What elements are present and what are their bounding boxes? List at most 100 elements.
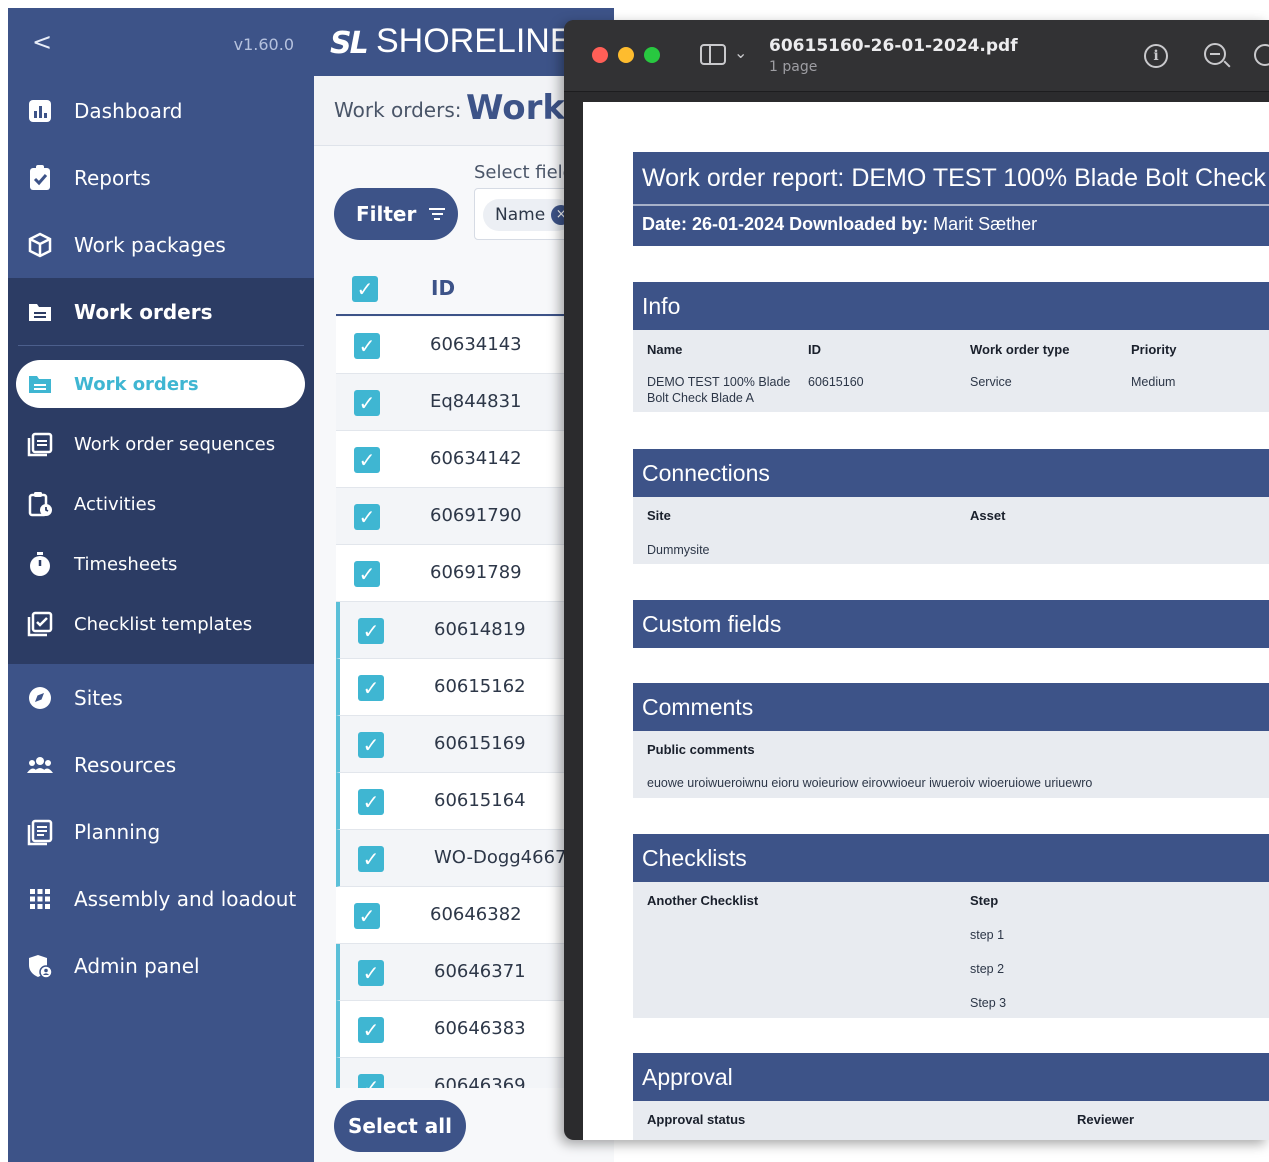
table-row[interactable]: ✓ 60646383 (336, 1001, 586, 1058)
viewer-titlebar: ⌄ 60615160-26-01-2024.pdf 1 page i (564, 20, 1269, 92)
section-custom-fields-band: Custom fields (633, 600, 1269, 648)
table-row[interactable]: ✓ WO-Dogg466744 (336, 830, 586, 887)
sidebar-item-resources[interactable]: Resources (8, 732, 314, 798)
table-row[interactable]: ✓ 60646369 (336, 1058, 586, 1088)
filter-button[interactable]: Filter (334, 188, 458, 240)
section-comments-band: Comments (633, 683, 1269, 731)
table-row[interactable]: ✓ 60615164 (336, 773, 586, 830)
row-id: 60615164 (434, 790, 526, 811)
minimize-window-button[interactable] (618, 47, 634, 63)
info-type-value: Service (970, 375, 1012, 389)
info-name-line2: Bolt Check Blade A (647, 391, 755, 405)
sidebar-item-label: Sites (74, 686, 123, 710)
package-icon (28, 232, 52, 258)
sidebar-item-work-packages[interactable]: Work packages (8, 212, 314, 278)
row-id: 60615169 (434, 733, 526, 754)
sidebar-item-assembly-and-loadout[interactable]: Assembly and loadout (8, 866, 314, 932)
select-all-checkbox[interactable]: ✓ (352, 276, 378, 302)
table-row[interactable]: ✓ 60614819 (336, 602, 586, 659)
section-heading: Approval (642, 1064, 733, 1090)
row-checkbox[interactable]: ✓ (358, 732, 384, 758)
report-title: Work order report: DEMO TEST 100% Blade … (642, 164, 1266, 192)
select-all-button[interactable]: Select all (334, 1100, 466, 1152)
sidebar-item-label: Work orders (74, 300, 213, 324)
sidebar-subitem-checklist-templates[interactable]: Checklist templates (8, 599, 314, 649)
table-row[interactable]: ✓ 60646382 (336, 887, 586, 944)
section-approval-panel: Approval status Reviewer (633, 1101, 1269, 1140)
sidebar-item-reports[interactable]: Reports (8, 145, 314, 211)
report-downloaded-by: Marit Sæther (933, 214, 1038, 234)
planning-icon (27, 819, 53, 846)
table-row[interactable]: ✓ 60634142 (336, 431, 586, 488)
checklist-step: step 1 (970, 928, 1005, 942)
column-header-id[interactable]: ID (431, 276, 455, 300)
section-connections-band: Connections (633, 449, 1269, 497)
sidebar-item-admin-panel[interactable]: Admin panel (8, 933, 314, 999)
zoom-window-button[interactable] (644, 47, 660, 63)
checklist-step: Step 3 (970, 996, 1007, 1010)
row-checkbox[interactable]: ✓ (358, 1074, 384, 1088)
row-id: 60691790 (430, 505, 522, 526)
close-window-button[interactable] (592, 47, 608, 63)
sidebar-subitem-activities[interactable]: Activities (8, 479, 314, 529)
clipboard-check-icon (30, 165, 50, 190)
sidebar-item-work-orders-group[interactable]: Work orders (8, 279, 314, 345)
grid-icon (30, 889, 50, 909)
row-id: 60615162 (434, 676, 526, 697)
table-row[interactable]: ✓ 60634143 (336, 317, 586, 374)
row-checkbox[interactable]: ✓ (354, 333, 380, 359)
section-connections-panel: Site Asset Dummysite (633, 497, 1269, 564)
table-row[interactable]: ✓ 60615162 (336, 659, 586, 716)
row-checkbox[interactable]: ✓ (358, 789, 384, 815)
row-id: 60634142 (430, 448, 522, 469)
row-checkbox[interactable]: ✓ (358, 960, 384, 986)
sidebar-item-dashboard[interactable]: Dashboard (8, 78, 314, 144)
table-row[interactable]: ✓ 60646371 (336, 944, 586, 1001)
table-row[interactable]: ✓ Eq844831 (336, 374, 586, 431)
row-checkbox[interactable]: ✓ (354, 561, 380, 587)
table-row[interactable]: ✓ 60691790 (336, 488, 586, 545)
page-title: Work (466, 88, 566, 128)
row-checkbox[interactable]: ✓ (354, 504, 380, 530)
row-checkbox[interactable]: ✓ (358, 846, 384, 872)
row-checkbox[interactable]: ✓ (354, 903, 380, 929)
clipboard-clock-icon (28, 492, 52, 517)
sidebar-item-planning[interactable]: Planning (8, 799, 314, 865)
row-checkbox[interactable]: ✓ (358, 675, 384, 701)
sidebar-item-label: Assembly and loadout (74, 887, 297, 911)
row-id: 60646369 (434, 1075, 526, 1088)
sidebar-item-label: Planning (74, 820, 161, 844)
pdf-page: Work order report: DEMO TEST 100% Blade … (583, 102, 1269, 1140)
row-checkbox[interactable]: ✓ (354, 447, 380, 473)
info-icon[interactable]: i (1144, 44, 1168, 68)
field-chip: Name × (483, 199, 574, 231)
row-id: 60646371 (434, 961, 526, 982)
table-row[interactable]: ✓ 60615169 (336, 716, 586, 773)
sidebar-subitem-timesheets[interactable]: Timesheets (8, 539, 314, 589)
chevron-down-icon[interactable]: ⌄ (734, 43, 747, 62)
sidebar-toggle-icon[interactable] (700, 44, 726, 65)
row-checkbox[interactable]: ✓ (358, 1017, 384, 1043)
row-checkbox[interactable]: ✓ (358, 618, 384, 644)
folder-icon (29, 304, 51, 321)
shield-user-icon (29, 955, 53, 979)
app-version: v1.60.0 (233, 35, 294, 54)
sidebar-item-label: Dashboard (74, 99, 183, 123)
zoom-out-icon[interactable] (1204, 43, 1226, 65)
sidebar-subitem-work-orders[interactable]: Work orders (8, 359, 314, 409)
zoom-in-icon[interactable] (1254, 44, 1269, 66)
filter-lines-icon (428, 205, 446, 223)
sidebar-subitem-work-order-sequences[interactable]: Work order sequences (8, 419, 314, 469)
select-field-label: Select field (474, 162, 575, 183)
section-info-band: Info (633, 282, 1269, 330)
table-row[interactable]: ✓ 60691789 (336, 545, 586, 602)
logo-mark: SL (330, 26, 369, 61)
sidebar-item-sites[interactable]: Sites (8, 665, 314, 731)
section-checklists-panel: Another Checklist Step step 1 step 2 Ste… (633, 882, 1269, 1018)
row-checkbox[interactable]: ✓ (354, 390, 380, 416)
section-heading: Custom fields (642, 611, 782, 637)
back-chevron-icon[interactable]: < (32, 28, 52, 56)
info-col-id: ID (808, 342, 821, 357)
sidebar-item-label: Resources (74, 753, 177, 777)
section-heading: Checklists (642, 845, 747, 871)
